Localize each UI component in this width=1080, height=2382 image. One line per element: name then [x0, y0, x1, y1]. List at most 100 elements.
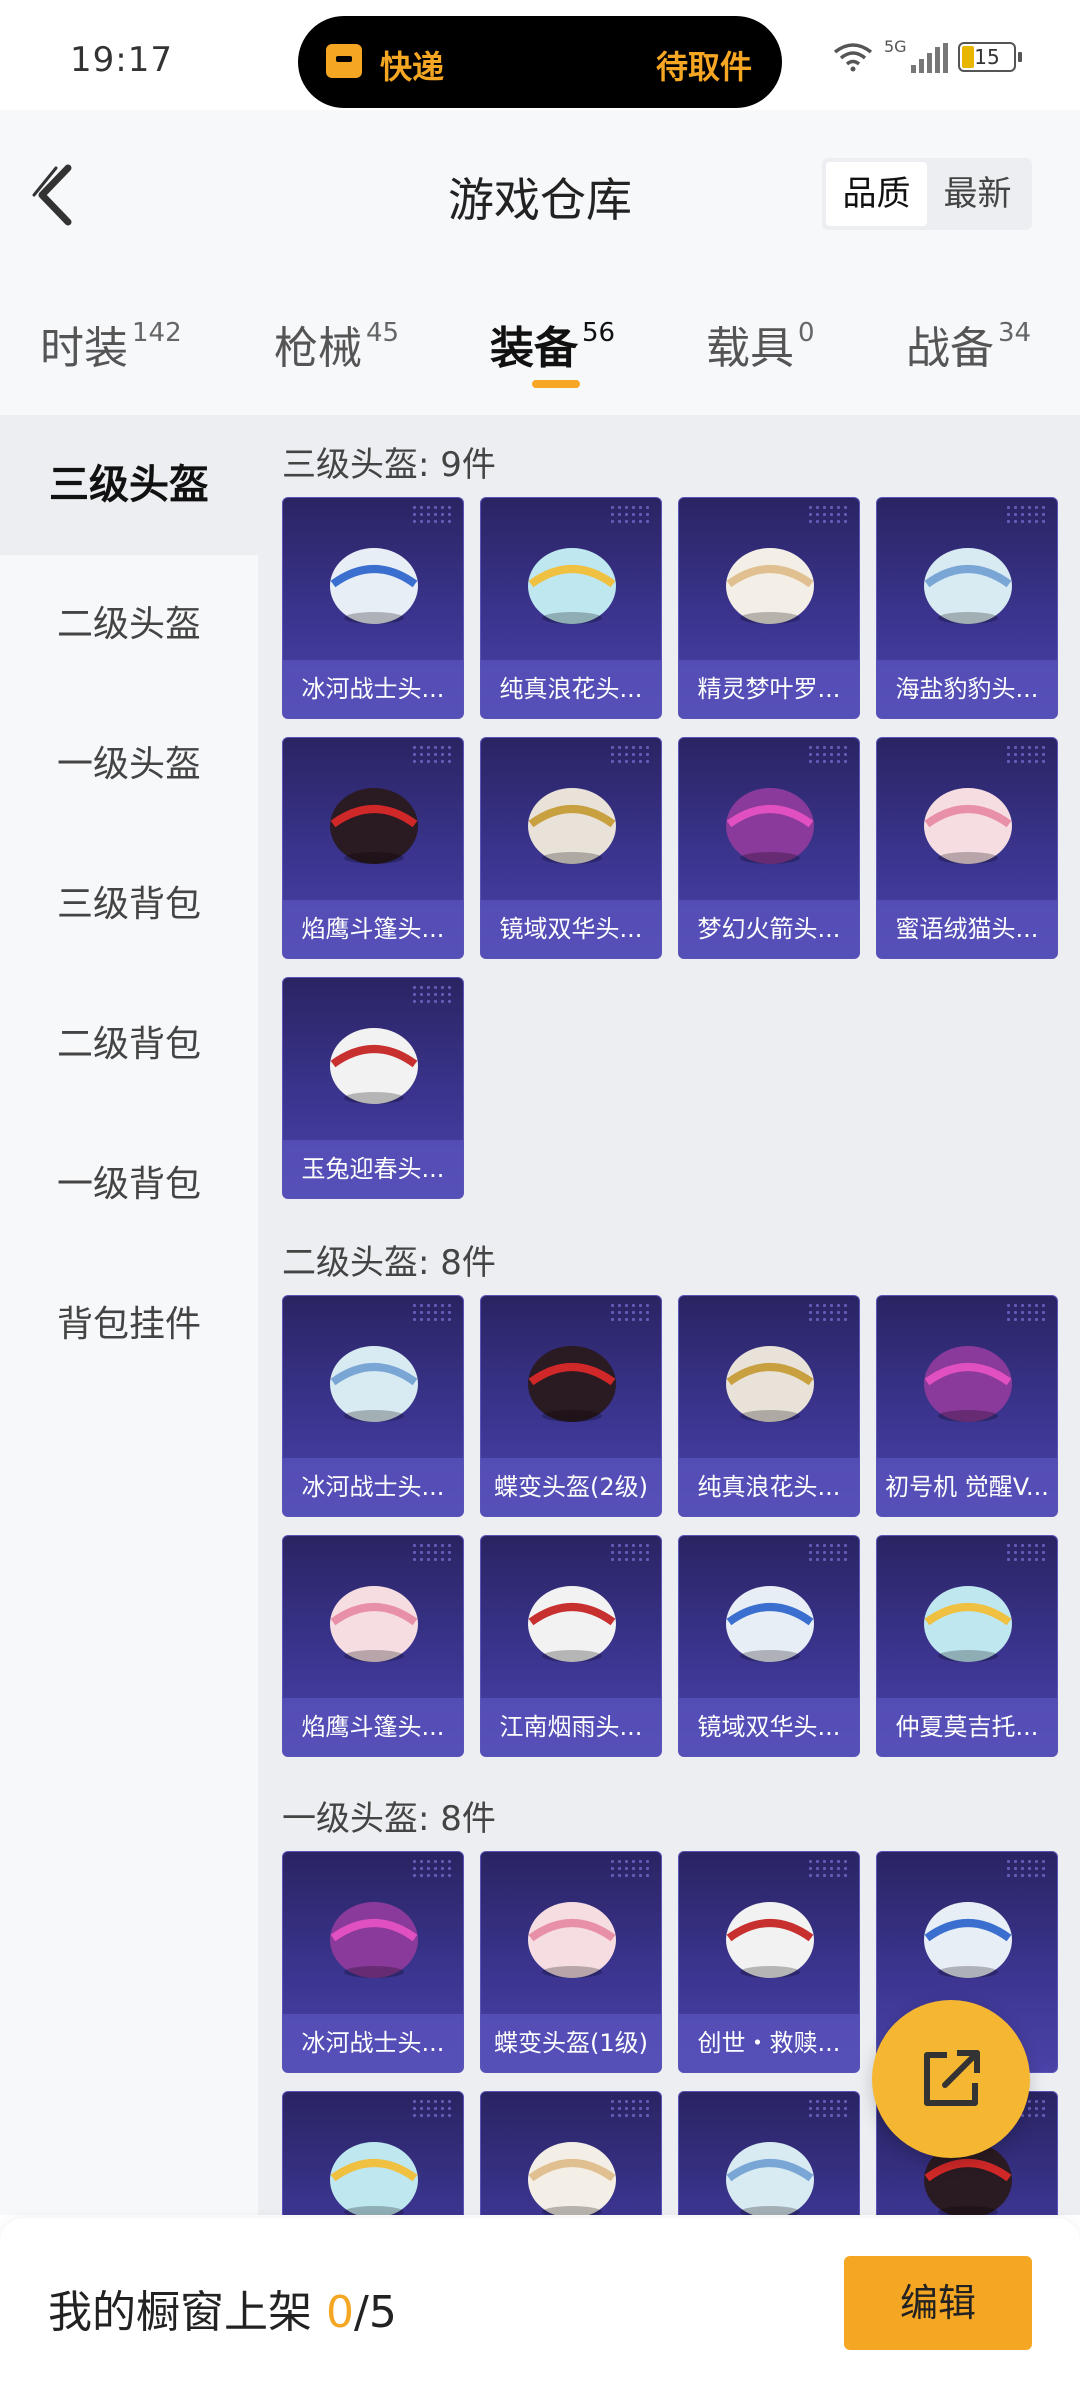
- tab-label: 战备: [906, 323, 994, 374]
- tab-guns[interactable]: 枪械 45: [274, 312, 399, 376]
- tab-supplies[interactable]: 战备 34: [906, 312, 1031, 376]
- sidebar-item-level1-backpack[interactable]: 一级背包: [0, 1115, 258, 1255]
- item-card[interactable]: 蜜语绒猫头...: [876, 737, 1058, 959]
- item-card[interactable]: 玉兔迎春头...: [282, 977, 464, 1199]
- sidebar-item-level3-backpack[interactable]: 三级背包: [0, 835, 258, 975]
- helmet-icon: [517, 534, 627, 630]
- category-tabs: 时装 142 枪械 45 装备 56 载具 0 战备 34: [0, 280, 1080, 415]
- item-card-label: 冰河战士头...: [283, 1458, 463, 1516]
- helmet-icon: [517, 1888, 627, 1984]
- helmet-icon: [319, 2128, 429, 2215]
- item-card[interactable]: 纯真浪花头...: [480, 497, 662, 719]
- item-card-label: 仲夏莫吉托...: [877, 1698, 1057, 1756]
- bottom-bar: 我的橱窗上架 0/5 编辑: [0, 2218, 1080, 2382]
- active-tab-indicator: [532, 380, 580, 388]
- item-card[interactable]: 江南烟雨头...: [480, 1535, 662, 1757]
- helmet-icon: [715, 1572, 825, 1668]
- helmet-icon: [913, 1332, 1023, 1428]
- network-type: 5G: [884, 37, 907, 56]
- sidebar-item-level2-helmet[interactable]: 二级头盔: [0, 555, 258, 695]
- item-card[interactable]: [282, 2091, 464, 2215]
- item-card-label: 焰鹰斗篷头...: [283, 1698, 463, 1756]
- helmet-icon: [913, 534, 1023, 630]
- tab-label: 装备: [490, 323, 578, 374]
- showcase-status: 我的橱窗上架 0/5: [48, 2276, 397, 2340]
- share-button[interactable]: [872, 2000, 1030, 2158]
- item-card[interactable]: 蝶变头盔(2级): [480, 1295, 662, 1517]
- item-card[interactable]: 冰河战士头...: [282, 1851, 464, 2073]
- item-card[interactable]: 冰河战士头...: [282, 1295, 464, 1517]
- sidebar: 三级头盔 二级头盔 一级头盔 三级背包 二级背包 一级背包 背包挂件: [0, 415, 258, 2215]
- external-link-icon: [924, 2050, 980, 2106]
- helmet-icon: [715, 534, 825, 630]
- sidebar-item-level3-helmet[interactable]: 三级头盔: [0, 415, 258, 555]
- item-card-label: 初号机 觉醒V...: [877, 1458, 1057, 1516]
- battery-level: 15: [974, 45, 1000, 69]
- item-card[interactable]: 冰河战士头...: [282, 497, 464, 719]
- item-card[interactable]: 海盐豹豹头...: [876, 497, 1058, 719]
- item-card-label: 纯真浪花头...: [481, 660, 661, 718]
- header: 游戏仓库 品质 最新: [0, 110, 1080, 280]
- item-card-label: 蜜语绒猫头...: [877, 900, 1057, 958]
- item-card-label: 玉兔迎春头...: [283, 1140, 463, 1198]
- item-card[interactable]: 初号机 觉醒V...: [876, 1295, 1058, 1517]
- dynamic-island-delivery[interactable]: 快递 待取件: [298, 16, 782, 108]
- item-card-label: 镜域双华头...: [481, 900, 661, 958]
- tab-label: 枪械: [274, 323, 362, 374]
- item-grid-area: 三级头盔: 9件 二级头盔: 8件 一级头盔: 8件 冰河战士头... 纯真浪花头…: [258, 415, 1080, 2215]
- item-card-label: 蝶变头盔(1级): [481, 2014, 661, 2072]
- showcase-count: 0: [326, 2287, 354, 2338]
- item-card[interactable]: 精灵梦叶罗...: [678, 497, 860, 719]
- tab-count: 45: [366, 318, 400, 348]
- cellular-signal-icon: 5G: [884, 37, 948, 73]
- island-pickup-label: 待取件: [655, 48, 752, 86]
- item-card[interactable]: 镜域双华头...: [678, 1535, 860, 1757]
- item-card[interactable]: 镜域双华头...: [480, 737, 662, 959]
- showcase-total: /5: [354, 2287, 397, 2338]
- tab-vehicles[interactable]: 载具 0: [706, 312, 815, 376]
- helmet-icon: [319, 1014, 429, 1110]
- sidebar-item-backpack-pendant[interactable]: 背包挂件: [0, 1255, 258, 1395]
- item-card-label: 梦幻火箭头...: [679, 900, 859, 958]
- helmet-icon: [715, 774, 825, 870]
- sort-toggle: 品质 最新: [822, 158, 1032, 230]
- sort-quality-button[interactable]: 品质: [826, 162, 927, 226]
- item-card-label: 海盐豹豹头...: [877, 660, 1057, 718]
- item-card-label: 焰鹰斗篷头...: [283, 900, 463, 958]
- item-card[interactable]: 仲夏莫吉托...: [876, 1535, 1058, 1757]
- item-card-label: 精灵梦叶罗...: [679, 660, 859, 718]
- item-card[interactable]: 蝶变头盔(1级): [480, 1851, 662, 2073]
- island-delivery-label: 快递: [380, 48, 445, 86]
- sort-latest-button[interactable]: 最新: [927, 162, 1028, 226]
- sidebar-item-level1-helmet[interactable]: 一级头盔: [0, 695, 258, 835]
- item-card[interactable]: 创世・救赎...: [678, 1851, 860, 2073]
- item-card[interactable]: 纯真浪花头...: [678, 1295, 860, 1517]
- helmet-icon: [913, 1888, 1023, 1984]
- tab-count: 34: [998, 318, 1032, 348]
- helmet-icon: [319, 1332, 429, 1428]
- item-card[interactable]: [480, 2091, 662, 2215]
- helmet-icon: [715, 2128, 825, 2215]
- helmet-icon: [319, 1572, 429, 1668]
- tab-fashion[interactable]: 时装 142: [40, 312, 182, 376]
- item-card[interactable]: 焰鹰斗篷头...: [282, 737, 464, 959]
- section-title: 一级头盔: 8件: [282, 1799, 496, 1839]
- status-time: 19:17: [70, 40, 173, 80]
- tab-count: 142: [132, 318, 182, 348]
- tab-equipment[interactable]: 装备 56: [490, 312, 615, 376]
- edit-button[interactable]: 编辑: [844, 2256, 1032, 2350]
- sidebar-item-level2-backpack[interactable]: 二级背包: [0, 975, 258, 1115]
- item-card-label: 冰河战士头...: [283, 2014, 463, 2072]
- helmet-icon: [517, 2128, 627, 2215]
- wifi-icon: [832, 42, 874, 72]
- item-card-label: 冰河战士头...: [283, 660, 463, 718]
- tab-count: 0: [798, 318, 815, 348]
- tab-count: 56: [582, 318, 616, 348]
- item-card[interactable]: [678, 2091, 860, 2215]
- status-bar: 19:17 快递 待取件 5G 15: [0, 0, 1080, 110]
- battery-icon: 15: [958, 42, 1022, 72]
- helmet-icon: [913, 1572, 1023, 1668]
- item-card[interactable]: 梦幻火箭头...: [678, 737, 860, 959]
- item-card[interactable]: 焰鹰斗篷头...: [282, 1535, 464, 1757]
- showcase-label: 我的橱窗上架: [48, 2287, 326, 2338]
